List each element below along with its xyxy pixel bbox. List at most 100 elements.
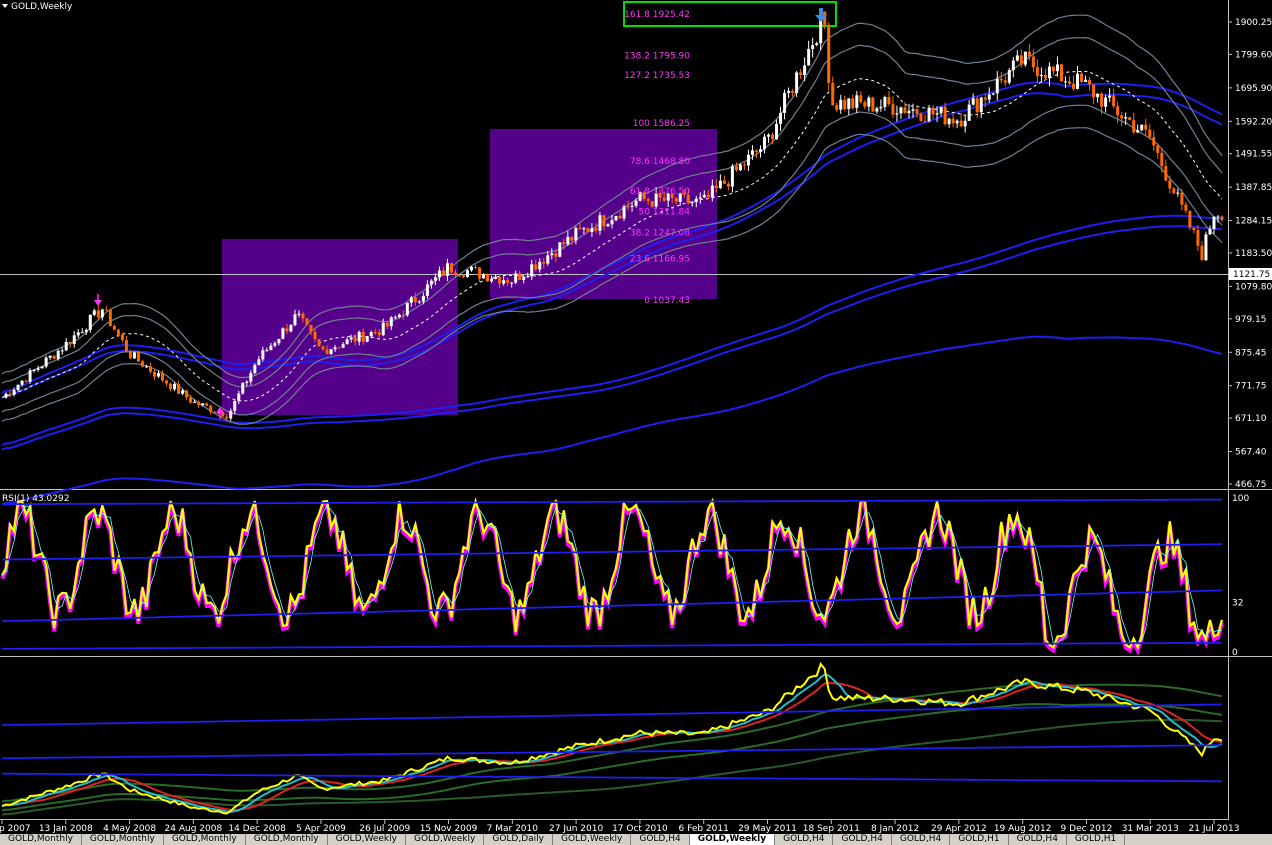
candle-body <box>618 215 622 219</box>
candle-body <box>895 113 899 115</box>
candle-body <box>132 352 136 359</box>
candle-body <box>128 351 132 359</box>
candle-body <box>36 368 40 370</box>
chart-tab[interactable]: GOLD,H4 <box>833 834 892 845</box>
candle-body <box>763 136 766 150</box>
chart-tab[interactable]: GOLD,Daily <box>484 834 553 845</box>
price-axis-label: 979.15 <box>1235 315 1267 325</box>
rsi-line <box>1 497 1224 651</box>
candle-body <box>1192 227 1196 231</box>
rsi-axis-label: 32 <box>1232 599 1243 609</box>
candle-body <box>622 206 626 219</box>
chart-tab[interactable]: GOLD,H4 <box>631 834 690 845</box>
candle-body <box>1035 67 1039 77</box>
candle-body <box>157 373 161 377</box>
candle-body <box>96 310 100 318</box>
chart-tab[interactable]: GOLD,H4 <box>1009 834 1067 845</box>
fib-zone-box-1[interactable] <box>222 239 458 415</box>
candle-body <box>453 272 457 276</box>
price-axis: 1900.25 1799.60 1695.90 1592.20 1491.55 1387.… <box>1228 18 1272 658</box>
chart-tab[interactable]: GOLD,Weekly <box>328 834 406 845</box>
price-axis-label: 1079.80 <box>1235 282 1272 292</box>
candle-body <box>341 344 345 348</box>
candle-body <box>887 97 891 105</box>
menu-triangle-icon[interactable] <box>2 4 8 8</box>
candle-body <box>991 93 995 95</box>
candle-body <box>44 357 48 367</box>
fib-level-label: 78.6 1468.80 <box>630 157 690 167</box>
candle-body <box>1076 73 1080 89</box>
candle-body <box>148 366 152 372</box>
candle-body <box>742 164 746 166</box>
candle-body <box>650 201 654 207</box>
candle-body <box>714 185 718 189</box>
candle-body <box>1072 83 1076 89</box>
candle-body <box>530 264 534 277</box>
candle-body <box>787 90 791 93</box>
candle-body <box>1144 124 1148 130</box>
candle-body <box>967 104 971 121</box>
candle-body <box>851 98 855 108</box>
chart-tab[interactable]: GOLD,Weekly <box>553 834 632 845</box>
candle-body <box>775 123 779 140</box>
candle-body <box>698 197 702 199</box>
candle-body <box>56 350 60 359</box>
candle-body <box>514 273 518 283</box>
candle-body <box>161 373 165 381</box>
chart-tab[interactable]: GOLD,H4 <box>775 834 834 845</box>
chart-tab[interactable]: GOLD,Monthly <box>164 834 246 845</box>
candle-body <box>590 228 594 233</box>
candle-body <box>582 228 586 230</box>
candle-body <box>229 410 233 419</box>
candle-body <box>40 366 44 369</box>
candle-body <box>566 236 570 245</box>
chart-tab[interactable]: GOLD,Weekly <box>689 834 776 845</box>
price-axis-label: 1183.50 <box>1235 249 1272 259</box>
candle-body <box>317 339 321 347</box>
candle-body <box>225 416 229 419</box>
chart-tab[interactable]: GOLD,Weekly <box>406 834 485 845</box>
candle-body <box>907 110 911 114</box>
candle-body <box>995 78 999 94</box>
candle-body <box>449 263 453 273</box>
candle-body <box>767 134 771 137</box>
candle-body <box>943 106 947 125</box>
chart-tab[interactable]: GOLD,H4 <box>892 834 951 845</box>
candle-body <box>309 324 313 332</box>
chart-tab[interactable]: GOLD,Monthly <box>82 834 164 845</box>
candle-body <box>405 302 409 316</box>
candle-body <box>241 382 245 394</box>
chart-tab[interactable]: GOLD,Monthly <box>246 834 328 845</box>
candle-body <box>1011 60 1015 71</box>
candle-body <box>409 297 413 303</box>
candle-body <box>510 282 514 284</box>
candle-body <box>935 113 939 115</box>
chart-tab[interactable]: GOLD,H1 <box>950 834 1009 845</box>
osc-envelope <box>1 772 1223 783</box>
price-readout: 1121.75 <box>1233 270 1270 280</box>
candle-body <box>68 341 72 345</box>
price-chart[interactable]: 161.8 1925.42 138.2 1795.90 127.2 1735.53 1… <box>0 0 1272 834</box>
fib-level-label: 100 1586.25 <box>633 119 690 129</box>
candle-body <box>1184 204 1188 211</box>
fib-level-label: 23.6 1166.95 <box>630 254 690 264</box>
candle-body <box>1200 245 1204 261</box>
candle-body <box>915 109 919 114</box>
candle-body <box>1132 120 1136 133</box>
candle-body <box>32 369 36 371</box>
candle-body <box>939 106 943 114</box>
chart-tab[interactable]: GOLD,H1 <box>1067 834 1126 845</box>
candle-body <box>1055 64 1059 72</box>
candle-body <box>1092 84 1096 98</box>
candle-body <box>574 228 578 241</box>
candle-body <box>1164 166 1168 181</box>
candle-body <box>1023 51 1027 65</box>
candle-body <box>979 97 983 113</box>
candle-body <box>100 309 104 318</box>
date-axis-label: 4 May 2008 <box>103 824 156 834</box>
candle-body <box>397 314 401 318</box>
chart-tab[interactable]: GOLD,Monthly <box>0 834 82 845</box>
candle-body <box>911 109 915 111</box>
candle-body <box>28 370 32 382</box>
candle-body <box>586 228 590 233</box>
